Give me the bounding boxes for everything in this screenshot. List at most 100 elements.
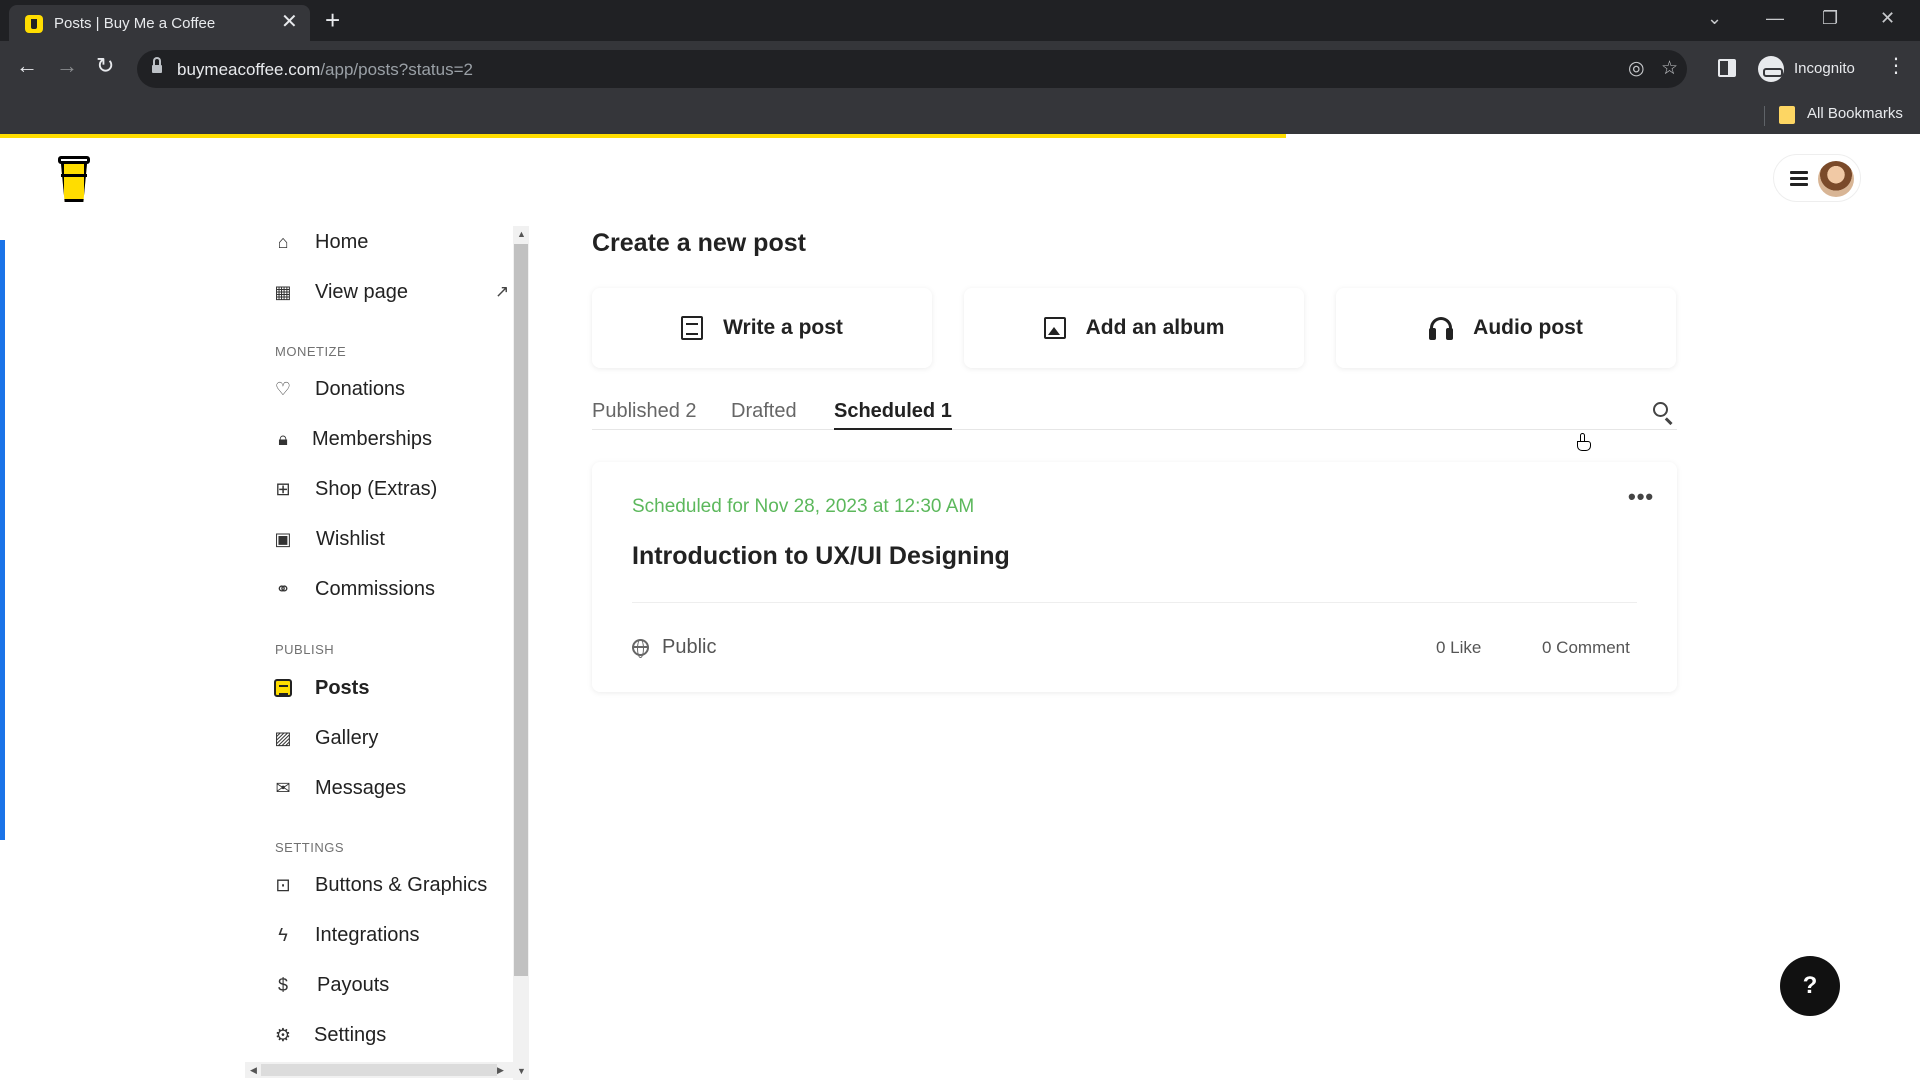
app-page: ⌂ Home ▦ View page ↗ MONETIZE ♡ Donation… (0, 138, 1920, 1080)
tab-close-icon[interactable]: ✕ (281, 12, 298, 32)
sidebar-item-view-page[interactable]: ▦ View page ↗ (273, 276, 509, 308)
sidebar-item-label: Payouts (317, 974, 390, 996)
sidebar-scrollbar-thumb[interactable] (514, 244, 528, 976)
lock-icon[interactable] (152, 57, 162, 74)
write-post-button[interactable]: Write a post (592, 288, 932, 368)
help-button[interactable]: ? (1780, 956, 1840, 1016)
page-layout-icon: ▦ (274, 282, 292, 302)
sidebar-item-label: Donations (315, 378, 406, 400)
sidebar-item-memberships[interactable]: 🔒︎ Memberships (273, 423, 503, 455)
add-album-label: Add an album (1085, 316, 1225, 339)
sidebar-item-label: Messages (315, 777, 407, 799)
add-album-button[interactable]: Add an album (964, 288, 1304, 368)
audio-post-label: Audio post (1473, 316, 1583, 339)
post-title[interactable]: Introduction to UX/UI Designing (632, 542, 1010, 571)
calendar-heart-icon: ▣ (274, 529, 292, 549)
bookmarks-bar: All Bookmarks (0, 96, 1920, 134)
post-comment-count: 0 Comment (1542, 638, 1630, 657)
address-bar[interactable]: buymeacoffee.com/app/posts?status=2 ◎ ☆ (137, 50, 1687, 88)
image-icon (1043, 317, 1066, 339)
sidebar: ⌂ Home ▦ View page ↗ MONETIZE ♡ Donation… (245, 226, 529, 1080)
sidebar-item-shop[interactable]: ⊞ Shop (Extras) (273, 473, 503, 505)
incognito-label: Incognito (1794, 60, 1855, 77)
more-options-icon[interactable]: ••• (1628, 484, 1654, 510)
scroll-down-arrow-icon[interactable]: ▼ (517, 1066, 526, 1076)
sidebar-item-integrations[interactable]: ϟ Integrations (273, 919, 503, 951)
sidebar-horizontal-scrollbar[interactable] (245, 1062, 513, 1078)
bookmarks-separator (1764, 106, 1765, 126)
incognito-icon (1758, 56, 1784, 82)
hamburger-icon (1790, 171, 1808, 186)
page-title: Create a new post (592, 229, 806, 257)
url-text[interactable]: buymeacoffee.com/app/posts?status=2 (177, 60, 473, 80)
minimize-icon[interactable]: — (1766, 6, 1784, 30)
sidebar-item-label: Integrations (315, 924, 420, 946)
tab-drafted[interactable]: Drafted (731, 400, 797, 430)
sidebar-horizontal-scrollbar-thumb[interactable] (261, 1064, 497, 1076)
post-divider (632, 602, 1637, 603)
sidebar-item-label: Shop (Extras) (315, 478, 438, 500)
sidebar-item-label: Buttons & Graphics (315, 874, 488, 896)
post-scheduled-date: Scheduled for Nov 28, 2023 at 12:30 AM (632, 496, 975, 517)
side-panel-icon[interactable] (1718, 59, 1736, 77)
headphones-icon (1429, 316, 1454, 340)
sidebar-item-messages[interactable]: ✉ Messages (273, 772, 503, 804)
sidebar-item-home[interactable]: ⌂ Home (273, 226, 503, 258)
sidebar-item-label: Commissions (315, 578, 436, 600)
lock-icon: 🔒︎ (278, 429, 288, 449)
search-icon[interactable] (1652, 401, 1676, 425)
sidebar-item-donations[interactable]: ♡ Donations (273, 373, 503, 405)
tab-scheduled[interactable]: Scheduled 1 (834, 400, 952, 430)
avatar (1818, 161, 1854, 197)
hand-cursor-icon (1577, 433, 1591, 453)
sidebar-item-label: Settings (314, 1024, 387, 1046)
sidebar-item-payouts[interactable]: $ Payouts (273, 969, 503, 1001)
section-title-monetize: MONETIZE (275, 344, 347, 359)
globe-icon (632, 639, 649, 658)
browser-menu-icon[interactable]: ⋮ (1886, 53, 1906, 78)
sidebar-item-commissions[interactable]: ⚭ Commissions (273, 573, 503, 605)
buy-me-a-coffee-logo[interactable] (58, 156, 90, 202)
tab-title: Posts | Buy Me a Coffee (54, 15, 216, 32)
forward-icon[interactable]: → (56, 53, 78, 79)
lightning-icon: ϟ (278, 925, 288, 945)
sidebar-item-gallery[interactable]: ▨ Gallery (273, 722, 503, 754)
tab-published[interactable]: Published 2 (592, 400, 697, 430)
gallery-icon: ▨ (274, 728, 292, 748)
document-icon (681, 316, 704, 340)
left-accent-bar (0, 240, 5, 840)
scheduled-post-card[interactable]: Scheduled for Nov 28, 2023 at 12:30 AM •… (592, 462, 1677, 692)
write-post-label: Write a post (723, 316, 843, 339)
post-status-tabs: Published 2 Drafted Scheduled 1 (592, 390, 1677, 430)
sidebar-item-wishlist[interactable]: ▣ Wishlist (273, 523, 503, 555)
folder-icon (1779, 106, 1795, 124)
buttons-graphics-icon: ⊡ (275, 875, 291, 895)
gift-icon: ⊞ (275, 479, 291, 499)
sidebar-item-buttons-graphics[interactable]: ⊡ Buttons & Graphics (273, 869, 503, 901)
gear-icon: ⚙ (274, 1025, 292, 1045)
scroll-up-arrow-icon[interactable]: ▲ (517, 229, 526, 239)
sidebar-item-label: Gallery (315, 727, 379, 749)
sidebar-item-posts[interactable]: Posts (273, 672, 503, 704)
all-bookmarks-button[interactable]: All Bookmarks (1807, 105, 1903, 122)
eye-off-icon[interactable]: ◎ (1628, 58, 1645, 80)
sidebar-item-label: Wishlist (316, 528, 385, 550)
tab-favicon-icon (25, 15, 43, 33)
browser-tab[interactable]: Posts | Buy Me a Coffee ✕ (9, 5, 310, 41)
section-title-publish: PUBLISH (275, 642, 335, 657)
window-close-icon[interactable]: ✕ (1880, 6, 1895, 30)
reload-icon[interactable]: ↻ (96, 53, 114, 79)
scroll-right-arrow-icon[interactable]: ▶ (497, 1065, 504, 1076)
external-link-icon[interactable]: ↗ (495, 282, 509, 302)
audio-post-button[interactable]: Audio post (1336, 288, 1676, 368)
tab-search-icon[interactable]: ⌄ (1707, 6, 1722, 30)
scroll-left-arrow-icon[interactable]: ◀ (250, 1065, 257, 1076)
post-visibility-label: Public (662, 636, 717, 658)
new-tab-button[interactable]: + (325, 6, 340, 34)
heart-icon: ♡ (274, 379, 292, 399)
restore-icon[interactable]: ❐ (1822, 6, 1838, 30)
back-icon[interactable]: ← (16, 53, 38, 79)
bookmark-star-icon[interactable]: ☆ (1661, 58, 1678, 80)
account-menu-button[interactable] (1773, 154, 1861, 202)
sidebar-item-settings[interactable]: ⚙ Settings (273, 1019, 503, 1051)
